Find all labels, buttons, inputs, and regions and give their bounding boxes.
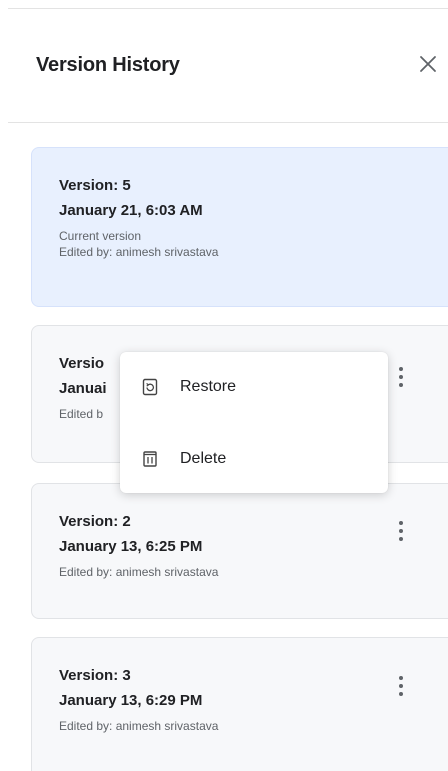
more-options-button[interactable] bbox=[392, 361, 410, 393]
kebab-menu-icon bbox=[399, 521, 403, 541]
version-card[interactable]: Version: 2 January 13, 6:25 PM Edited by… bbox=[31, 483, 448, 619]
version-number: Version: 2 bbox=[59, 513, 131, 530]
more-options-button[interactable] bbox=[392, 515, 410, 547]
more-options-button[interactable] bbox=[392, 670, 410, 702]
header-divider bbox=[8, 122, 448, 123]
top-divider bbox=[8, 8, 448, 9]
current-version-label: Current version bbox=[59, 229, 142, 243]
version-date: January 13, 6:25 PM bbox=[59, 538, 203, 555]
menu-item-label: Restore bbox=[180, 378, 237, 395]
version-card-current[interactable]: Version: 5 January 21, 6:03 AM Current v… bbox=[31, 147, 448, 307]
version-context-menu: Restore Delete bbox=[120, 352, 388, 493]
edited-by: Edited by: animesh srivastava bbox=[59, 565, 219, 579]
restore-icon bbox=[142, 378, 158, 396]
edited-by: Edited by: animesh srivastava bbox=[59, 719, 219, 733]
menu-item-label: Delete bbox=[180, 450, 227, 467]
kebab-menu-icon bbox=[399, 367, 403, 387]
menu-item-delete[interactable]: Delete bbox=[120, 434, 388, 484]
version-date: January 13, 6:29 PM bbox=[59, 692, 203, 709]
version-number: Version: 3 bbox=[59, 667, 131, 684]
panel-header: Version History bbox=[36, 50, 448, 90]
kebab-menu-icon bbox=[399, 676, 403, 696]
version-card[interactable]: Version: 3 January 13, 6:29 PM Edited by… bbox=[31, 637, 448, 771]
version-number: Version: 5 bbox=[59, 177, 131, 194]
panel-title: Version History bbox=[36, 54, 180, 76]
trash-icon bbox=[143, 451, 157, 467]
menu-item-restore[interactable]: Restore bbox=[120, 362, 388, 412]
version-history-panel: Version History Version: 5 January 21, 6… bbox=[0, 0, 448, 771]
edited-by: Edited by: animesh srivastava bbox=[59, 245, 219, 259]
close-button[interactable] bbox=[414, 50, 442, 78]
close-icon bbox=[420, 56, 436, 72]
version-date: January 21, 6:03 AM bbox=[59, 202, 203, 219]
